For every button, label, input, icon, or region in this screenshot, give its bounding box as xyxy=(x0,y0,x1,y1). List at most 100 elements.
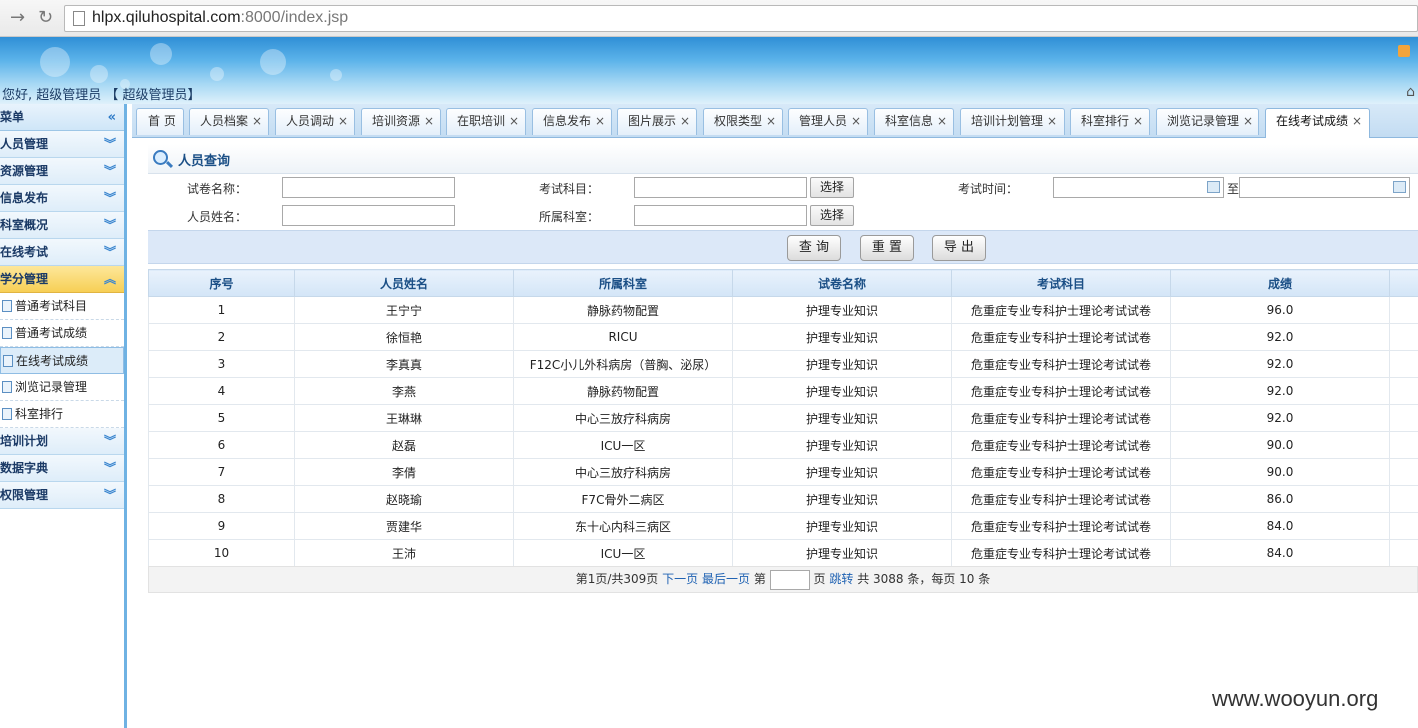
page-info: 第1页/共309页 xyxy=(575,572,659,586)
sidebar-item-regular-subjects[interactable]: 普通考试科目 xyxy=(0,293,124,320)
cell-paper: 护理专业知识 xyxy=(732,431,952,459)
tab-personnel-files[interactable]: 人员档案 × xyxy=(189,108,269,135)
reload-icon[interactable]: ↻ xyxy=(38,7,53,28)
chevron-down-icon: ︾ xyxy=(103,137,116,151)
close-icon[interactable]: × xyxy=(680,114,690,128)
close-icon[interactable]: × xyxy=(509,114,519,128)
table-row[interactable]: 10 王沛 ICU一区 护理专业知识 危重症专业专科护士理论考试试卷 84.0 xyxy=(148,539,1418,567)
table-row[interactable]: 5 王琳琳 中心三放疗科病房 护理专业知识 危重症专业专科护士理论考试试卷 92.0 xyxy=(148,404,1418,432)
tab-on-job-training[interactable]: 在职培训 × xyxy=(446,108,526,135)
close-icon[interactable]: × xyxy=(1047,114,1057,128)
table-row[interactable]: 6 赵磊 ICU一区 护理专业知识 危重症专业专科护士理论考试试卷 90.0 xyxy=(148,431,1418,459)
cell-paper: 护理专业知识 xyxy=(732,539,952,567)
close-icon[interactable]: × xyxy=(937,114,947,128)
page-number-input[interactable] xyxy=(769,569,810,590)
next-page-link[interactable]: 下一页 xyxy=(662,572,698,586)
column-header-subject[interactable]: 考试科目 xyxy=(951,269,1171,297)
cell-dept: F7C骨外二病区 xyxy=(513,485,733,513)
sidebar-group-resources[interactable]: 资源管理 ︾ xyxy=(0,158,124,185)
cell-extra xyxy=(1389,350,1418,378)
table-row[interactable]: 7 李倩 中心三放疗科病房 护理专业知识 危重症专业专科护士理论考试试卷 90.0 xyxy=(148,458,1418,486)
cell-score: 92.0 xyxy=(1170,404,1390,432)
table-row[interactable]: 4 李燕 静脉药物配置 护理专业知识 危重症专业专科护士理论考试试卷 92.0 xyxy=(148,377,1418,405)
tab-info-publish[interactable]: 信息发布 × xyxy=(532,108,612,135)
close-icon[interactable]: × xyxy=(252,114,262,128)
column-header-score[interactable]: 成绩 xyxy=(1170,269,1390,297)
address-bar[interactable]: hlpx.qiluhospital.com:8000/index.jsp xyxy=(64,5,1418,32)
sidebar-group-training-plan[interactable]: 培训计划 ︾ xyxy=(0,428,124,455)
cell-extra xyxy=(1389,485,1418,513)
tab-training-plan-mgmt[interactable]: 培训计划管理 × xyxy=(960,108,1065,135)
tab-dept-ranking[interactable]: 科室排行 × xyxy=(1070,108,1150,135)
cell-subject: 危重症专业专科护士理论考试试卷 xyxy=(951,512,1171,540)
last-page-link[interactable]: 最后一页 xyxy=(702,572,750,586)
logout-icon[interactable] xyxy=(1398,45,1410,57)
paper-name-input[interactable] xyxy=(282,177,455,198)
sidebar: 菜单 « 人员管理 ︾ 资源管理 ︾ 信息发布 ︾ 科室概况 ︾ 在线考试 ︾ 学分管理 ︽… xyxy=(0,104,127,728)
close-icon[interactable]: × xyxy=(766,114,776,128)
sidebar-item-online-scores[interactable]: 在线考试成绩 xyxy=(0,347,124,374)
tab-administrators[interactable]: 管理人员 × xyxy=(788,108,868,135)
sidebar-group-data-dictionary[interactable]: 数据字典 ︾ xyxy=(0,455,124,482)
column-header-name[interactable]: 人员姓名 xyxy=(294,269,514,297)
cell-name: 王琳琳 xyxy=(294,404,514,432)
close-icon[interactable]: × xyxy=(338,114,348,128)
tab-browse-records[interactable]: 浏览记录管理 × xyxy=(1156,108,1259,135)
exam-time-start-input[interactable] xyxy=(1053,177,1224,198)
calendar-icon[interactable] xyxy=(1207,181,1220,193)
tab-permission-types[interactable]: 权限类型 × xyxy=(703,108,783,135)
sidebar-item-browse-records[interactable]: 浏览记录管理 xyxy=(0,374,124,401)
back-arrow-icon[interactable]: → xyxy=(10,7,25,28)
sidebar-group-permissions[interactable]: 权限管理 ︾ xyxy=(0,482,124,509)
sidebar-item-dept-ranking[interactable]: 科室排行 xyxy=(0,401,124,428)
home-icon[interactable]: ⌂ xyxy=(1406,84,1415,100)
table-row[interactable]: 8 赵晓瑜 F7C骨外二病区 护理专业知识 危重症专业专科护士理论考试试卷 86.0 xyxy=(148,485,1418,513)
export-button[interactable]: 导 出 xyxy=(932,235,986,261)
table-row[interactable]: 3 李真真 F12C小儿外科病房（普胸、泌尿） 护理专业知识 危重症专业专科护士理论考试… xyxy=(148,350,1418,378)
table-row[interactable]: 2 徐恒艳 RICU 护理专业知识 危重症专业专科护士理论考试试卷 92.0 xyxy=(148,323,1418,351)
tab-personnel-transfer[interactable]: 人员调动 × xyxy=(275,108,355,135)
close-icon[interactable]: × xyxy=(1243,114,1253,128)
sidebar-group-info-publish[interactable]: 信息发布 ︾ xyxy=(0,185,124,212)
sidebar-group-dept-overview[interactable]: 科室概况 ︾ xyxy=(0,212,124,239)
tab-image-gallery[interactable]: 图片展示 × xyxy=(617,108,697,135)
sidebar-item-regular-scores[interactable]: 普通考试成绩 xyxy=(0,320,124,347)
close-icon[interactable]: × xyxy=(851,114,861,128)
jump-link[interactable]: 跳转 xyxy=(829,572,853,586)
close-icon[interactable]: × xyxy=(1133,114,1143,128)
sidebar-group-personnel[interactable]: 人员管理 ︾ xyxy=(0,131,124,158)
url-text: hlpx.qiluhospital.com:8000/index.jsp xyxy=(92,9,349,26)
tab-online-exam-scores[interactable]: 在线考试成绩 × xyxy=(1265,108,1370,138)
panel-header: 人员查询 xyxy=(148,144,1418,174)
tab-training-resources[interactable]: 培训资源 × xyxy=(361,108,441,135)
table-row[interactable]: 1 王宁宁 静脉药物配置 护理专业知识 危重症专业专科护士理论考试试卷 96.0 xyxy=(148,296,1418,324)
cell-extra xyxy=(1389,539,1418,567)
cell-dept: 东十心内科三病区 xyxy=(513,512,733,540)
query-button[interactable]: 查 询 xyxy=(787,235,841,261)
page-icon xyxy=(73,11,85,26)
exam-time-end-input[interactable] xyxy=(1239,177,1410,198)
cell-paper: 护理专业知识 xyxy=(732,377,952,405)
dept-select-button[interactable]: 选择 xyxy=(810,205,854,226)
table-header-row: 序号 人员姓名 所属科室 试卷名称 考试科目 成绩 xyxy=(148,269,1418,297)
sidebar-group-credits[interactable]: 学分管理 ︽ xyxy=(0,266,124,293)
table-row[interactable]: 9 贾建华 东十心内科三病区 护理专业知识 危重症专业专科护士理论考试试卷 84.0 xyxy=(148,512,1418,540)
close-icon[interactable]: × xyxy=(1352,114,1362,128)
column-header-index[interactable]: 序号 xyxy=(148,269,295,297)
collapse-sidebar-icon[interactable]: « xyxy=(108,104,116,131)
dept-input[interactable] xyxy=(634,205,807,226)
close-icon[interactable]: × xyxy=(424,114,434,128)
person-name-input[interactable] xyxy=(282,205,455,226)
chevron-down-icon: ︾ xyxy=(103,218,116,232)
subject-select-button[interactable]: 选择 xyxy=(810,177,854,198)
calendar-icon[interactable] xyxy=(1393,181,1406,193)
subject-input[interactable] xyxy=(634,177,807,198)
tab-dept-info[interactable]: 科室信息 × xyxy=(874,108,954,135)
sidebar-group-online-exam[interactable]: 在线考试 ︾ xyxy=(0,239,124,266)
tab-home[interactable]: 首 页 xyxy=(136,108,184,135)
column-header-dept[interactable]: 所属科室 xyxy=(513,269,733,297)
close-icon[interactable]: × xyxy=(595,114,605,128)
column-header-paper[interactable]: 试卷名称 xyxy=(732,269,952,297)
cell-subject: 危重症专业专科护士理论考试试卷 xyxy=(951,404,1171,432)
reset-button[interactable]: 重 置 xyxy=(860,235,914,261)
